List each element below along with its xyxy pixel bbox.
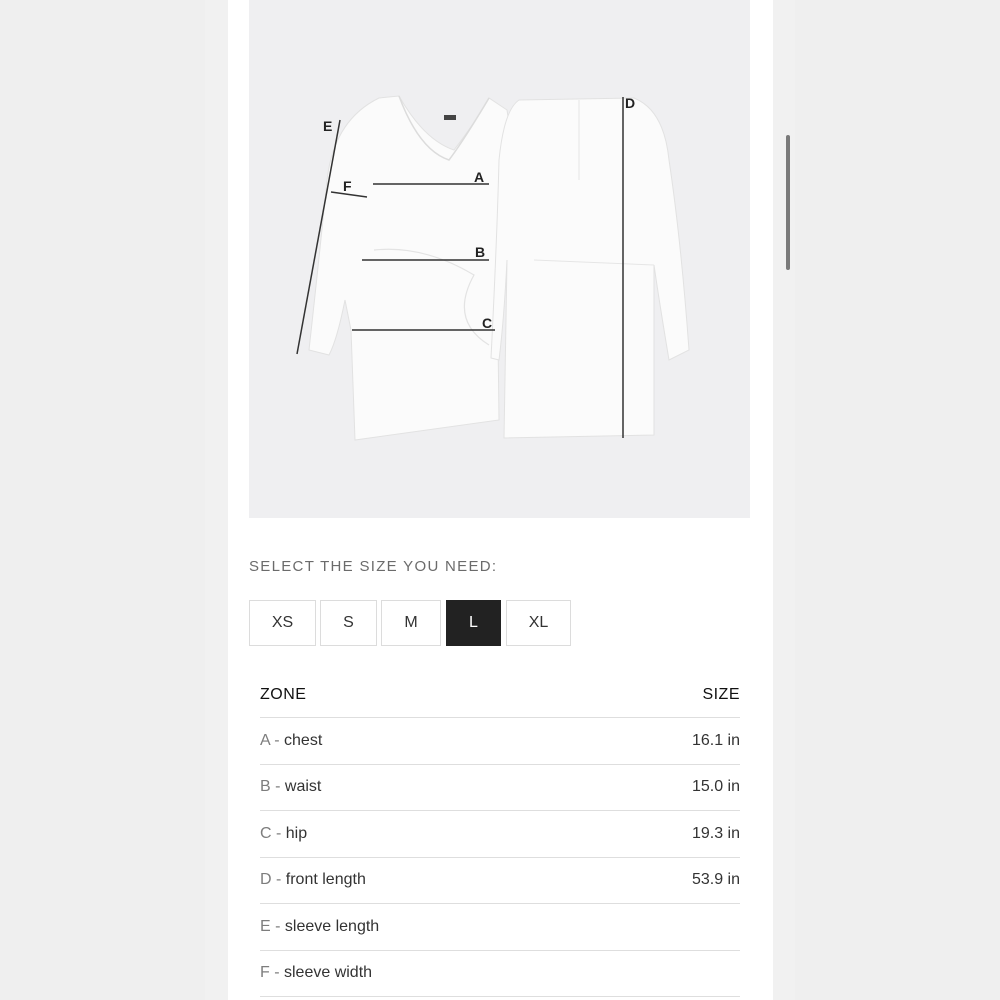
label-d: D — [625, 95, 635, 111]
zone-letter: F — [260, 964, 270, 982]
size-header: SIZE — [702, 685, 740, 703]
dress-back-shape — [490, 97, 690, 439]
table-row: C - hip 19.3 in — [260, 811, 740, 858]
scrollbar-thumb[interactable] — [786, 135, 790, 270]
zone-separator: - — [271, 824, 286, 842]
zone-header: ZONE — [260, 685, 307, 703]
zone-cell: F - sleeve width — [260, 964, 372, 982]
zone-letter: E — [260, 917, 271, 935]
zone-cell: E - sleeve length — [260, 918, 379, 936]
zone-separator: - — [269, 731, 285, 749]
zone-name: waist — [284, 778, 322, 796]
label-e: E — [323, 118, 332, 134]
zone-letter: B — [260, 778, 271, 796]
table-header: ZONE SIZE — [260, 672, 740, 718]
zone-cell: C - hip — [260, 825, 307, 843]
size-option-m[interactable]: M — [381, 600, 441, 646]
zone-separator: - — [270, 778, 285, 796]
zone-separator: - — [269, 964, 284, 982]
table-row: B - waist 15.0 in — [260, 765, 740, 811]
table-row: A - chest 16.1 in — [260, 718, 740, 765]
zone-separator: - — [271, 871, 286, 889]
table-row: F - sleeve width — [260, 951, 740, 997]
label-a: A — [474, 169, 484, 185]
dress-measurement-illustration: A B C D E F — [296, 95, 690, 441]
size-select-prompt: SELECT THE SIZE YOU NEED: — [249, 558, 498, 575]
size-guide-image: A B C D E F — [249, 0, 750, 518]
zone-letter: A — [260, 731, 270, 749]
zone-name: sleeve width — [284, 964, 373, 982]
zone-name: hip — [285, 824, 308, 842]
size-option-s[interactable]: S — [320, 600, 377, 646]
zone-name: sleeve length — [284, 917, 380, 935]
zone-name: chest — [284, 731, 323, 749]
right-background — [795, 0, 1000, 1000]
size-option-xs[interactable]: XS — [249, 600, 316, 646]
size-option-xl[interactable]: XL — [506, 600, 571, 646]
measurements-table: ZONE SIZE A - chest 16.1 in B - waist 15… — [260, 672, 740, 997]
dress-front-shape — [308, 95, 522, 441]
label-c: C — [482, 315, 492, 331]
zone-cell: B - waist — [260, 778, 321, 796]
label-f: F — [343, 178, 352, 194]
size-value: 15.0 in — [691, 778, 740, 796]
zone-letter: C — [260, 824, 272, 842]
size-value: 53.9 in — [691, 871, 740, 889]
zone-cell: A - chest — [260, 732, 322, 750]
zone-separator: - — [270, 917, 285, 935]
table-row: E - sleeve length — [260, 904, 740, 951]
zone-name: front length — [285, 871, 366, 889]
zone-cell: D - front length — [260, 871, 366, 889]
size-value: 16.1 in — [691, 731, 740, 749]
label-b: B — [475, 244, 485, 260]
zone-letter: D — [260, 871, 272, 889]
dress-tag — [444, 115, 456, 120]
table-row: D - front length 53.9 in — [260, 858, 740, 904]
size-option-l[interactable]: L — [446, 600, 501, 646]
size-value: 19.3 in — [691, 824, 740, 842]
left-background — [0, 0, 205, 1000]
